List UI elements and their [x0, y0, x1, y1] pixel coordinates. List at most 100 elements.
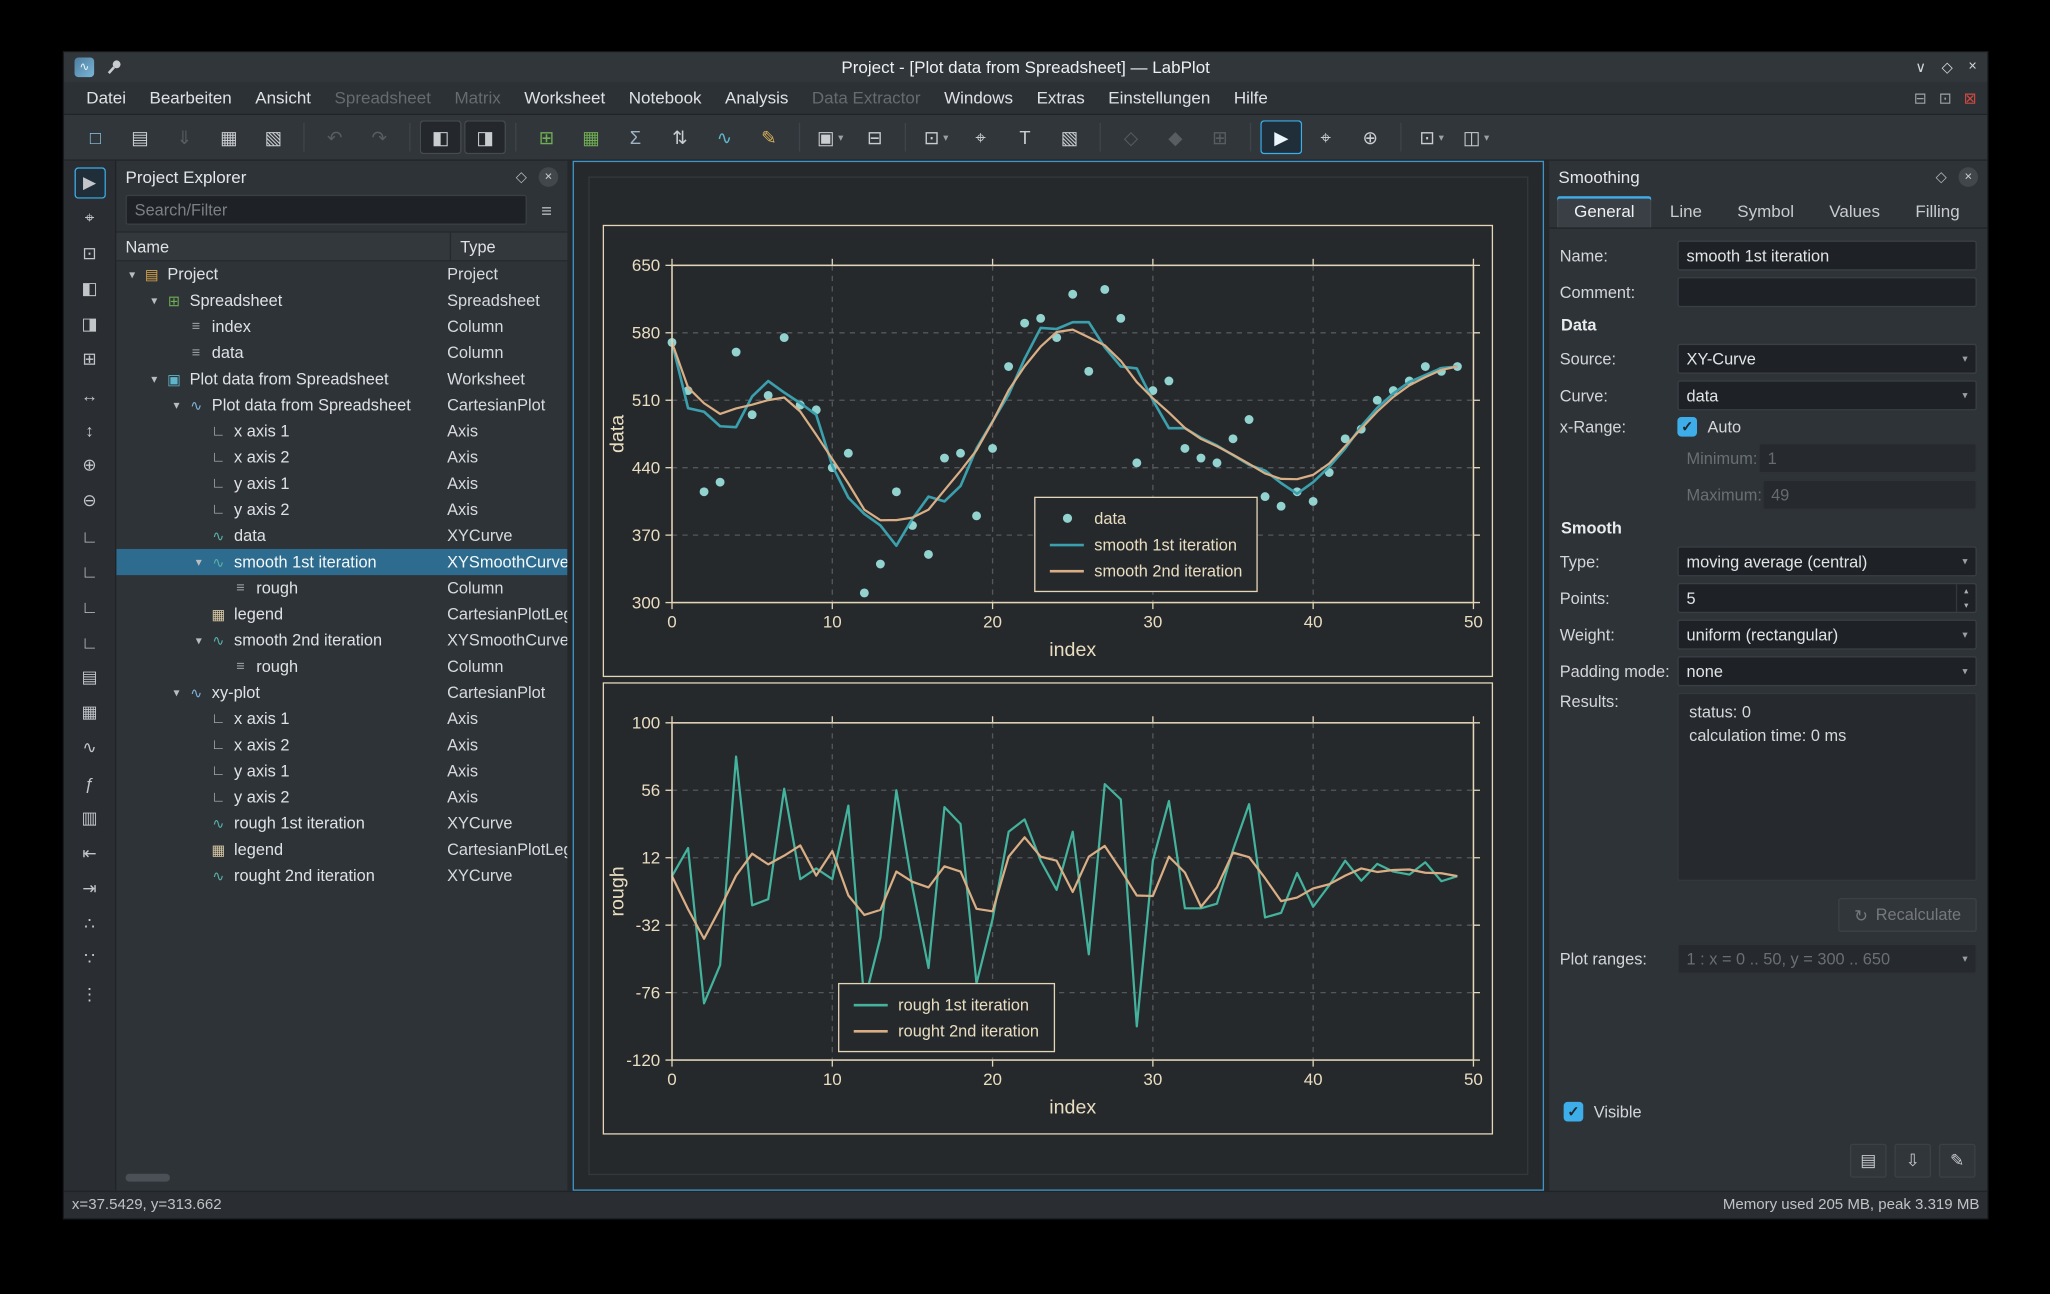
new-worksheet-button[interactable]: ▣▾ — [809, 120, 851, 154]
tree-row-project-project[interactable]: ▾▤ProjectProject — [116, 261, 567, 287]
plot-data-from-spreadsheet-plot[interactable]: 01020304050300370440510580650indexdata d… — [603, 225, 1493, 677]
tree-row-plot-data-from-spreadsheet-worksheet[interactable]: ▾▣Plot data from SpreadsheetWorksheet — [116, 366, 567, 392]
tree-row-rough-column[interactable]: ≡roughColumn — [116, 654, 567, 680]
fit-selection-button[interactable]: ⌖ — [960, 120, 1002, 154]
print-button[interactable]: ▦ — [208, 120, 250, 154]
tree-row-index-column[interactable]: ≡indexColumn — [116, 314, 567, 340]
more-tools-1-button[interactable]: ∴ — [74, 908, 105, 939]
add-legend-tool-button[interactable]: ▤ — [74, 661, 105, 692]
load-template-button[interactable]: ▤ — [1850, 1144, 1887, 1178]
shift-left-tool-button[interactable]: ⇤ — [74, 838, 105, 869]
tab-values[interactable]: Values — [1812, 196, 1897, 227]
plot1-legend[interactable]: datasmooth 1st iterationsmooth 2nd itera… — [1034, 497, 1258, 592]
restore-child-icon[interactable]: ⊡ — [1939, 89, 1952, 107]
float-dock-icon[interactable]: ◇ — [1936, 168, 1947, 185]
tab-symbol[interactable]: Symbol — [1720, 196, 1811, 227]
tree-row-x-axis-2-axis[interactable]: ∟x axis 2Axis — [116, 444, 567, 470]
shade-window-icon[interactable]: ∨ — [1915, 59, 1926, 76]
close-child-icon[interactable]: ⊠ — [1964, 89, 1977, 107]
visible-label[interactable]: Visible — [1594, 1103, 1642, 1121]
column-header-type[interactable]: Type — [451, 233, 567, 260]
name-input[interactable] — [1677, 241, 1976, 271]
tree-row-xy-plot-cartesianplot[interactable]: ▾∿xy-plotCartesianPlot — [116, 680, 567, 706]
statistics-button[interactable]: Σ — [614, 120, 656, 154]
search-input[interactable] — [126, 195, 527, 225]
add-new-menu-button[interactable]: ◫▾ — [1455, 120, 1497, 154]
tree-row-rough-1st-iteration-xycurve[interactable]: ∿rough 1st iterationXYCurve — [116, 810, 567, 836]
select-tool-button[interactable]: ▶ — [74, 167, 105, 198]
zoom-y-region-tool-button[interactable]: ◨ — [74, 308, 105, 339]
auto-scale-x-tool-button[interactable]: ↔ — [74, 379, 105, 410]
spin-down-icon[interactable]: ▾ — [1957, 598, 1975, 612]
menu-notebook[interactable]: Notebook — [617, 82, 713, 113]
tree-row-data-column[interactable]: ≡dataColumn — [116, 340, 567, 366]
tree-row-x-axis-2-axis[interactable]: ∟x axis 2Axis — [116, 732, 567, 758]
maximize-window-icon[interactable]: ◇ — [1942, 59, 1953, 76]
menu-hilfe[interactable]: Hilfe — [1222, 82, 1280, 113]
close-window-icon[interactable]: × — [1968, 59, 1976, 76]
menu-bearbeiten[interactable]: Bearbeiten — [138, 82, 244, 113]
tree-row-spreadsheet-spreadsheet[interactable]: ▾⊞SpreadsheetSpreadsheet — [116, 288, 567, 314]
auto-label[interactable]: Auto — [1707, 418, 1741, 436]
menu-windows[interactable]: Windows — [932, 82, 1024, 113]
more-tools-2-button[interactable]: ∵ — [74, 944, 105, 975]
print-preview-button[interactable]: ▧ — [252, 120, 294, 154]
tree-row-smooth-2nd-iteration-xysmoothcurve[interactable]: ▾∿smooth 2nd iterationXYSmoothCurve — [116, 627, 567, 653]
auto-scale-tool-button[interactable]: ⊞ — [74, 344, 105, 375]
tree-row-y-axis-2-axis[interactable]: ∟y axis 2Axis — [116, 497, 567, 523]
sort-data-button[interactable]: ⇅ — [659, 120, 701, 154]
expander-icon[interactable]: ▾ — [145, 372, 163, 386]
tab-filling[interactable]: Filling — [1898, 196, 1976, 227]
select-mode-button[interactable]: ▶ — [1260, 120, 1302, 154]
add-x-axis-tool-button[interactable]: ∟ — [74, 520, 105, 551]
visible-checkbox[interactable]: ✓ — [1564, 1102, 1584, 1122]
add-curve-tool-button[interactable]: ∿ — [74, 732, 105, 763]
type-select[interactable]: moving average (central) ▾ — [1677, 546, 1976, 576]
more-tools-3-button[interactable]: ⋮ — [74, 979, 105, 1010]
auto-checkbox[interactable]: ✓ — [1677, 417, 1697, 437]
add-y-axis-tool-button[interactable]: ∟ — [74, 556, 105, 587]
zoom-x-region-tool-button[interactable]: ◧ — [74, 273, 105, 304]
tree-row-x-axis-1-axis[interactable]: ∟x axis 1Axis — [116, 706, 567, 732]
scrollbar-thumb[interactable] — [126, 1174, 170, 1182]
tree-row-y-axis-2-axis[interactable]: ∟y axis 2Axis — [116, 784, 567, 810]
float-dock-icon[interactable]: ◇ — [516, 168, 527, 185]
tree-row-plot-data-from-spreadsheet-cartesianplot[interactable]: ▾∿Plot data from SpreadsheetCartesianPlo… — [116, 392, 567, 418]
save-template-button[interactable]: ⇩ — [1894, 1144, 1931, 1178]
zoom-in-tool-button[interactable]: ⊕ — [74, 450, 105, 481]
menu-datei[interactable]: Datei — [75, 82, 138, 113]
plot-data-button[interactable]: ∿ — [703, 120, 745, 154]
curve-select[interactable]: data ▾ — [1677, 380, 1976, 410]
weight-select[interactable]: uniform (rectangular) ▾ — [1677, 620, 1976, 650]
zoom-menu-button[interactable]: ⊡▾ — [1411, 120, 1453, 154]
tree-row-legend-cartesianplotlegend[interactable]: ▦legendCartesianPlotLegend — [116, 601, 567, 627]
recalculate-button[interactable]: ↻ Recalculate — [1838, 898, 1976, 932]
tree-row-x-axis-1-axis[interactable]: ∟x axis 1Axis — [116, 418, 567, 444]
worksheet-view[interactable]: 01020304050300370440510580650indexdata d… — [573, 161, 1544, 1191]
menu-worksheet[interactable]: Worksheet — [513, 82, 617, 113]
close-dock-icon[interactable]: × — [539, 167, 559, 187]
padding-select[interactable]: none ▾ — [1677, 656, 1976, 686]
tree-row-rought-2nd-iteration-xycurve[interactable]: ∿rought 2nd iterationXYCurve — [116, 863, 567, 889]
crosshair-tool-button[interactable]: ⌖ — [74, 203, 105, 234]
add-image-button[interactable]: ▧ — [1049, 120, 1091, 154]
source-select[interactable]: XY-Curve ▾ — [1677, 344, 1976, 374]
add-plot-tool-button[interactable]: ▦ — [74, 697, 105, 728]
add-equation-curve-tool-button[interactable]: ƒ — [74, 767, 105, 798]
tree-row-y-axis-1-axis[interactable]: ∟y axis 1Axis — [116, 471, 567, 497]
expander-icon[interactable]: ▾ — [167, 398, 185, 412]
menu-ansicht[interactable]: Ansicht — [244, 82, 323, 113]
tab-line[interactable]: Line — [1653, 196, 1719, 227]
filter-options-icon[interactable]: ≡ — [535, 199, 559, 220]
titlebar[interactable]: ∿ Project - [Plot data from Spreadsheet]… — [64, 52, 1987, 82]
comment-input[interactable] — [1677, 277, 1976, 307]
zoom-out-tool-button[interactable]: ⊖ — [74, 485, 105, 516]
zoom-mode-button[interactable]: ⊕ — [1349, 120, 1391, 154]
toggle-project-explorer-button[interactable]: ◧ — [420, 120, 462, 154]
spin-up-icon[interactable]: ▴ — [1957, 584, 1975, 598]
menu-analysis[interactable]: Analysis — [713, 82, 800, 113]
horizontal-scrollbar[interactable] — [123, 1171, 561, 1184]
new-project-button[interactable]: □ — [75, 120, 117, 154]
tree-row-y-axis-1-axis[interactable]: ∟y axis 1Axis — [116, 758, 567, 784]
tree-row-smooth-1st-iteration-xysmoothcurve[interactable]: ▾∿smooth 1st iterationXYSmoothCurve — [116, 549, 567, 575]
